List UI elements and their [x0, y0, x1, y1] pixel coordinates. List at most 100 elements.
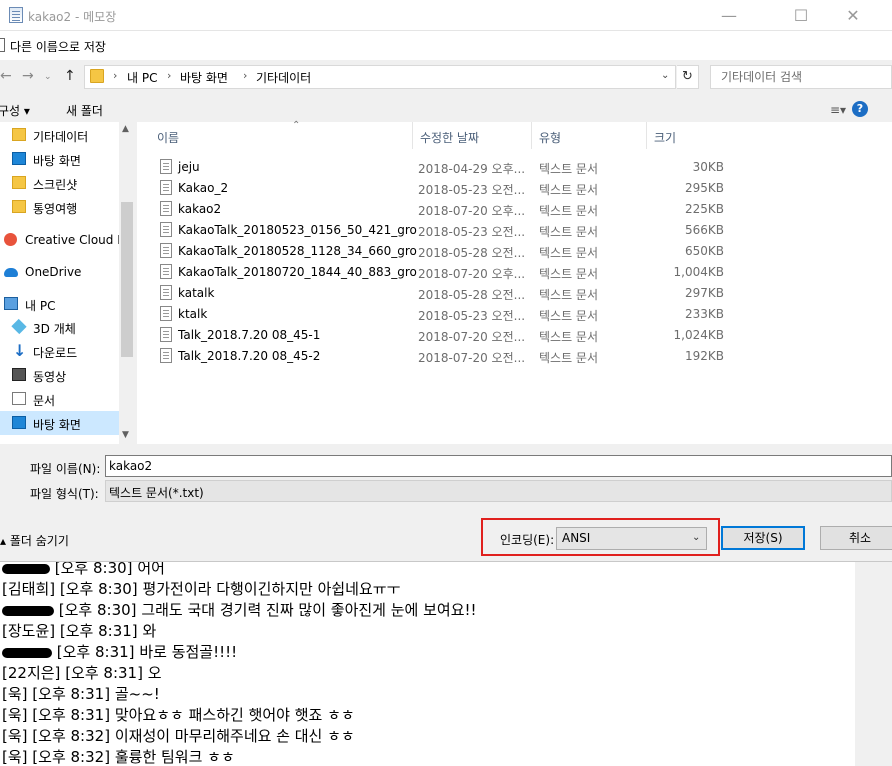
file-date: 2018-05-28 오전... — [418, 288, 526, 302]
up-icon[interactable]: ↑ — [64, 68, 76, 84]
filename-field[interactable] — [105, 455, 892, 477]
nav-item[interactable]: 기타데이터 — [0, 123, 120, 147]
save-as-dialog: 다른 이름으로 저장 ← → ⌄ ↑ › 내 PC › 바탕 화면 › 기타데이… — [0, 32, 892, 562]
file-row[interactable]: katalk 2018-05-28 오전... 텍스트 문서 297KB — [157, 283, 727, 304]
encoding-label: 인코딩(E): — [500, 533, 555, 547]
nav-item-label: 다운로드 — [33, 346, 78, 360]
text-file-icon — [160, 222, 172, 237]
file-row[interactable]: KakaoTalk_20180523_0156_50_421_gro 2018-0… — [157, 220, 727, 241]
nav-item[interactable]: 통영여행 — [0, 195, 120, 219]
file-name: Talk_2018.7.20 08_45-1 — [178, 328, 321, 342]
nav-item[interactable]: 3D 개체 — [0, 315, 120, 339]
filename-input[interactable] — [106, 456, 891, 476]
text-file-icon — [160, 348, 172, 363]
file-row[interactable]: Kakao_2 2018-05-23 오전... 텍스트 문서 295KB — [157, 178, 727, 199]
file-row[interactable]: KakaoTalk_20180528_1128_34_660_gro 2018-0… — [157, 241, 727, 262]
notepad-scrollbar[interactable] — [855, 562, 892, 766]
nav-item-label: Creative Cloud Fil — [25, 233, 120, 247]
refresh-button[interactable]: ↻ — [677, 65, 699, 89]
redacted-name — [2, 647, 52, 658]
nav-item[interactable]: 다운로드 — [0, 339, 120, 363]
breadcrumb-desktop[interactable]: 바탕 화면 — [180, 69, 228, 86]
notepad-text-area[interactable]: [오후 8:30] 어어 [김태희] [오후 8:30] 평가전이라 다행이긴하지… — [0, 559, 855, 766]
back-icon[interactable]: ← — [0, 68, 12, 84]
column-header-name-label: 이름 — [157, 131, 180, 145]
file-size: 1,004KB — [673, 265, 724, 279]
help-icon[interactable]: ? — [852, 101, 868, 117]
column-header-date[interactable]: 수정한 날짜 — [413, 122, 532, 149]
column-header-name[interactable]: 이름 ⌃ — [150, 120, 413, 149]
nav-item[interactable]: 바탕 화면 — [0, 147, 120, 171]
scroll-down-icon[interactable]: ▼ — [122, 430, 129, 440]
text-file-icon — [160, 180, 172, 195]
scroll-up-icon[interactable]: ▲ — [122, 124, 129, 134]
speaker: [장도윤] — [2, 622, 56, 640]
file-row[interactable]: KakaoTalk_20180720_1844_40_883_gro 2018-0… — [157, 262, 727, 283]
notepad-line: [장도윤] [오후 8:31] 와 — [2, 621, 156, 642]
scroll-thumb[interactable] — [121, 202, 133, 357]
text-file-icon — [160, 306, 172, 321]
nav-scrollbar[interactable]: ▲ ▼ — [119, 122, 135, 444]
encoding-select[interactable]: ANSI ⌄ — [556, 527, 707, 550]
notepad-line: [22지은] [오후 8:31] 오 — [2, 663, 162, 684]
forward-icon[interactable]: → — [22, 68, 34, 84]
file-type: 텍스트 문서 — [539, 183, 599, 197]
speaker: [22지은] — [2, 664, 61, 682]
nav-item-label: 기타데이터 — [33, 130, 89, 144]
folder-icon — [12, 176, 26, 189]
hide-folders-button[interactable]: ▴ 폴더 숨기기 — [0, 532, 69, 549]
minimize-button[interactable]: — — [706, 0, 752, 31]
close-button[interactable]: ✕ — [830, 0, 876, 31]
nav-item[interactable]: 내 PC — [0, 292, 120, 316]
column-header-size[interactable]: 크기 — [647, 122, 732, 149]
pc-icon — [4, 297, 18, 310]
nav-item-label: 동영상 — [33, 370, 67, 384]
recent-dropdown-icon[interactable]: ⌄ — [44, 72, 52, 82]
file-size: 192KB — [684, 349, 724, 363]
file-name: KakaoTalk_20180528_1128_34_660_gro — [178, 244, 417, 258]
file-row[interactable]: kakao2 2018-07-20 오후... 텍스트 문서 225KB — [157, 199, 727, 220]
address-bar[interactable]: › 내 PC › 바탕 화면 › 기타데이터 ⌄ — [84, 65, 676, 89]
nav-item-label: OneDrive — [25, 265, 82, 279]
file-size: 1,024KB — [673, 328, 724, 342]
breadcrumb-pc[interactable]: 내 PC — [127, 69, 157, 86]
file-date: 2018-07-20 오전... — [418, 330, 526, 344]
file-row[interactable]: Talk_2018.7.20 08_45-1 2018-07-20 오전... 텍스… — [157, 325, 727, 346]
notepad-line: [욱] [오후 8:31] 맞아요ㅎㅎ 패스하긴 햇어야 햇죠 ㅎㅎ — [2, 705, 355, 726]
nav-item[interactable]: 바탕 화면 — [0, 411, 120, 435]
column-header-type[interactable]: 유형 — [532, 122, 647, 149]
file-row[interactable]: jeju 2018-04-29 오후... 텍스트 문서 30KB — [157, 157, 727, 178]
nav-item-label: 바탕 화면 — [33, 154, 81, 168]
view-options-icon[interactable]: ≡▾ — [830, 103, 846, 117]
folder-icon — [90, 69, 104, 83]
nav-item[interactable]: OneDrive — [0, 260, 120, 284]
desktop-icon — [12, 152, 26, 165]
filetype-select[interactable]: 텍스트 문서(*.txt) — [105, 480, 892, 502]
file-type: 텍스트 문서 — [539, 288, 599, 302]
chevron-right-icon[interactable]: › — [243, 69, 247, 82]
folder-icon — [12, 200, 26, 213]
save-button[interactable]: 저장(S) — [721, 526, 805, 550]
breadcrumb-folder[interactable]: 기타데이터 — [256, 69, 311, 86]
organize-button[interactable]: 구성 ▾ — [0, 102, 30, 119]
message-text: 훌륭한 팀워크 ㅎㅎ — [114, 748, 235, 766]
search-input[interactable] — [711, 66, 881, 88]
maximize-button[interactable]: ☐ — [778, 0, 824, 31]
notepad-icon — [9, 7, 23, 23]
chevron-right-icon[interactable]: › — [113, 69, 117, 82]
search-box[interactable] — [710, 65, 892, 89]
file-date: 2018-05-23 오전... — [418, 183, 526, 197]
file-row[interactable]: ktalk 2018-05-23 오전... 텍스트 문서 233KB — [157, 304, 727, 325]
nav-item[interactable]: 문서 — [0, 387, 120, 411]
file-size: 30KB — [692, 160, 724, 174]
chevron-right-icon[interactable]: › — [167, 69, 171, 82]
chevron-down-icon[interactable]: ⌄ — [661, 70, 669, 81]
document-icon — [12, 392, 26, 405]
nav-item[interactable]: 동영상 — [0, 363, 120, 387]
nav-item[interactable]: 스크린샷 — [0, 171, 120, 195]
nav-item[interactable]: Creative Cloud Fil — [0, 228, 120, 252]
new-folder-button[interactable]: 새 폴더 — [66, 102, 103, 119]
file-row[interactable]: Talk_2018.7.20 08_45-2 2018-07-20 오전... 텍스… — [157, 346, 727, 367]
file-date: 2018-07-20 오후... — [418, 267, 526, 281]
cancel-button[interactable]: 취소 — [820, 526, 892, 550]
